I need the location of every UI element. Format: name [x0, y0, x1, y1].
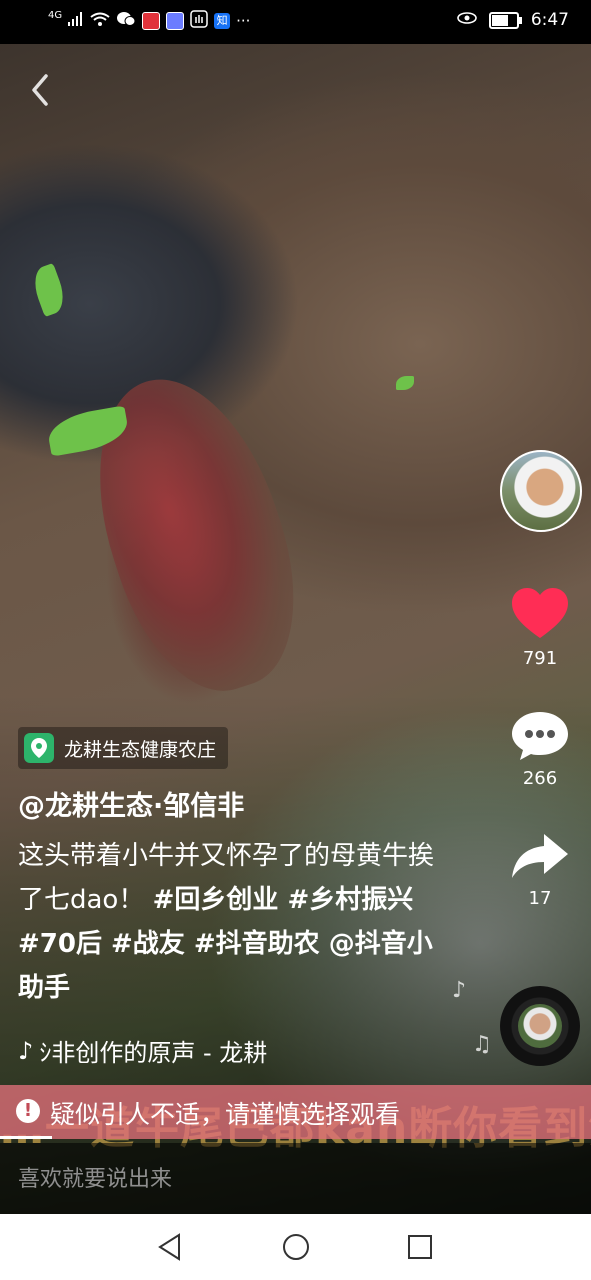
music-disc[interactable] — [500, 986, 580, 1066]
share-arrow-icon — [512, 834, 568, 878]
music-title-text: ｼ非创作的原声 - 龙耕 — [39, 1039, 268, 1067]
video-frame-leaf — [28, 263, 70, 317]
music-title[interactable]: ♪ ｼ非创作的原声 - 龙耕 — [18, 1033, 318, 1068]
wifi-icon — [90, 12, 110, 30]
video-caption: 这头带着小牛并又怀孕了的母黄牛挨了七dao！ #回乡创业 #乡村振兴 #70后 … — [18, 834, 438, 1010]
share-count: 17 — [528, 888, 552, 909]
warning-text: 疑似引人不适，请谨慎选择观看 — [50, 1100, 401, 1129]
battery-level — [491, 14, 509, 26]
content-warning-banner: ! 疑似引人不适，请谨慎选择观看 — [0, 1085, 591, 1139]
music-note-icon: ♫ — [472, 1032, 492, 1057]
wechat-icon — [116, 11, 136, 31]
alert-icon: ! — [16, 1099, 40, 1123]
red-app-icon — [142, 12, 161, 30]
like-button[interactable]: 791 — [500, 586, 580, 669]
comment-button[interactable]: 266 — [500, 710, 580, 789]
music-app-icon — [166, 12, 185, 30]
zhihu-icon: 知 — [214, 13, 231, 29]
square-recents-icon — [408, 1235, 432, 1259]
eye-comfort-icon — [457, 10, 477, 30]
comment-input[interactable]: 喜欢就要说出来 — [0, 1143, 591, 1214]
nav-back-button[interactable] — [155, 1232, 185, 1262]
heart-icon — [512, 588, 568, 638]
music-note-icon: ♪ — [452, 978, 467, 1003]
location-name: 龙耕生态健康农庄 — [64, 738, 217, 761]
circle-home-icon — [283, 1234, 309, 1260]
comment-icon — [512, 712, 568, 760]
more-notifications: ··· — [236, 12, 251, 30]
nav-recents-button[interactable] — [405, 1232, 435, 1262]
location-tag[interactable]: 龙耕生态健康农庄 — [18, 727, 229, 769]
system-nav-bar — [0, 1214, 591, 1280]
music-note-small-icon: ♪ — [18, 1036, 34, 1065]
video-frame-leaf — [396, 376, 414, 390]
network-label: 4G — [48, 9, 63, 21]
location-pin-icon — [24, 733, 54, 763]
chevron-left-icon — [32, 74, 48, 106]
signal-icon — [68, 12, 84, 30]
back-button[interactable] — [22, 70, 58, 110]
author-name[interactable]: @龙耕生态·邹信非 — [18, 784, 244, 823]
comment-placeholder: 喜欢就要说出来 — [18, 1167, 173, 1192]
music-cover — [518, 1004, 562, 1048]
status-bar: 4G 知 ··· 6:47 — [0, 0, 591, 44]
clock: 6:47 — [530, 10, 569, 30]
comment-count: 266 — [522, 768, 558, 789]
share-button[interactable]: 17 — [500, 830, 580, 909]
hand-app-icon — [190, 10, 208, 32]
author-avatar[interactable] — [500, 450, 582, 532]
triangle-back-icon — [158, 1233, 180, 1261]
status-left: 4G 知 ··· — [48, 10, 250, 32]
status-right: 6:47 — [457, 10, 569, 30]
nav-home-button[interactable] — [281, 1232, 311, 1262]
like-count: 791 — [522, 648, 558, 669]
progress-indicator — [0, 1136, 52, 1139]
battery-icon — [488, 11, 522, 29]
